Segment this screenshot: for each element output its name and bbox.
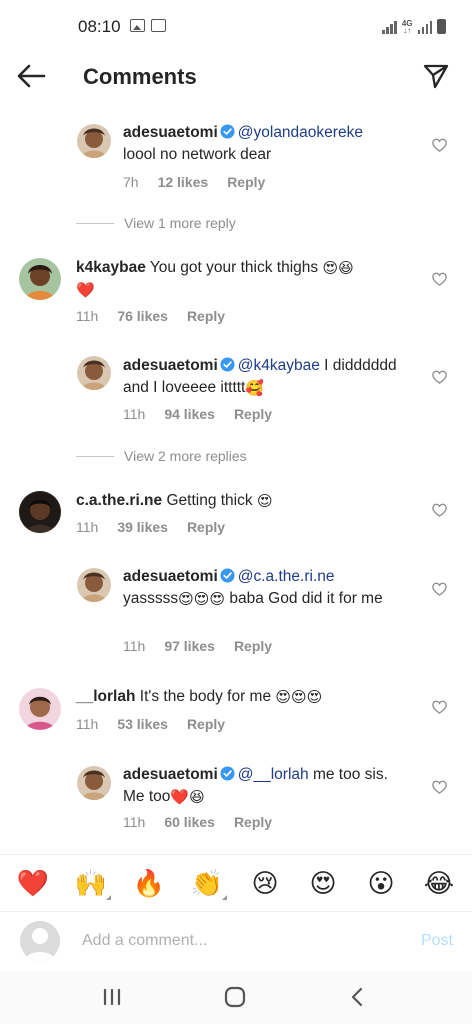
comment: k4kaybae You got your thick thighs 😍😆 ❤️…: [0, 254, 472, 334]
comment: __lorlah It's the body for me 😍😍😍 11h 53…: [0, 684, 472, 744]
chevron-left-icon: [351, 987, 363, 1007]
reply-button[interactable]: Reply: [187, 308, 225, 324]
system-nav-bar: [0, 971, 472, 1024]
comment-time: 11h: [123, 814, 146, 830]
comment-likes[interactable]: 97 likes: [164, 638, 215, 654]
comment-username[interactable]: __lorlah: [76, 688, 135, 705]
heart-emoji-button[interactable]: ❤️: [13, 870, 53, 896]
comment-reply: adesuaetomi @yolandaokereke loool no netw…: [0, 118, 472, 198]
direct-message-icon: [423, 64, 449, 89]
user-avatar: [20, 921, 60, 961]
avatar[interactable]: [77, 356, 111, 390]
verified-badge-icon: [220, 357, 235, 372]
verified-badge-icon: [220, 568, 235, 583]
home-icon: [224, 986, 246, 1008]
view-more-replies[interactable]: View 1 more reply: [76, 215, 236, 231]
comment-likes[interactable]: 39 likes: [117, 519, 168, 535]
like-heart-icon[interactable]: [432, 700, 447, 714]
comment-reply: adesuaetomi @__lorlah me too sis. Me too❤…: [0, 764, 472, 844]
comment-likes[interactable]: 12 likes: [158, 174, 209, 190]
comment-mention[interactable]: @k4kaybae: [238, 357, 320, 374]
header: Comments: [0, 50, 472, 102]
comment-mention[interactable]: @__lorlah: [238, 766, 309, 783]
like-heart-icon[interactable]: [432, 582, 447, 596]
comment-text: It's the body for me: [139, 688, 276, 705]
reply-button[interactable]: Reply: [234, 638, 272, 654]
home-button[interactable]: [224, 986, 246, 1013]
like-heart-icon[interactable]: [432, 780, 447, 794]
back-button[interactable]: [16, 62, 48, 90]
like-heart-icon[interactable]: [432, 370, 447, 384]
network-type: 4G ↓↑: [401, 19, 413, 35]
comment-text: Getting thick: [166, 492, 257, 509]
comment-username[interactable]: adesuaetomi: [123, 766, 218, 783]
fire-emoji-button[interactable]: 🔥: [129, 870, 169, 896]
comment-mention[interactable]: @c.a.the.ri.ne: [238, 568, 335, 585]
avatar[interactable]: [19, 491, 61, 533]
avatar[interactable]: [77, 568, 111, 602]
laughing-emoji-button[interactable]: 😂: [419, 870, 459, 896]
comment-likes[interactable]: 94 likes: [164, 406, 215, 422]
avatar[interactable]: [19, 688, 61, 730]
reply-button[interactable]: Reply: [187, 519, 225, 535]
comment-username[interactable]: adesuaetomi: [123, 568, 218, 585]
crying-emoji-button[interactable]: 😢: [245, 870, 285, 896]
raising-hands-emoji-button[interactable]: 🙌: [71, 870, 111, 900]
verified-badge-icon: [220, 124, 235, 139]
avatar[interactable]: [77, 766, 111, 800]
comment-time: 7h: [123, 174, 139, 190]
surprised-emoji-button[interactable]: 😮: [361, 870, 401, 896]
comment-input[interactable]: [82, 932, 362, 950]
comment-username[interactable]: adesuaetomi: [123, 357, 218, 374]
like-heart-icon[interactable]: [432, 503, 447, 517]
comment-text: You got your thick thighs: [149, 259, 323, 276]
emoji-quick-bar: ❤️ 🙌 🔥 👏 😢 😍 😮 😂: [0, 854, 472, 911]
reply-button[interactable]: Reply: [227, 174, 265, 190]
back-arrow-icon: [17, 64, 46, 88]
battery-icon: [437, 19, 446, 34]
comment-mention[interactable]: @yolandaokereke: [238, 124, 363, 141]
comment-username[interactable]: c.a.the.ri.ne: [76, 492, 162, 509]
recent-apps-icon: [103, 988, 121, 1006]
add-comment-bar: Post: [0, 911, 472, 971]
gallery-notification-icon: [130, 19, 145, 32]
reply-button[interactable]: Reply: [187, 716, 225, 732]
comment-time: 11h: [123, 406, 146, 422]
signal-icon-2: [417, 20, 432, 34]
recent-apps-button[interactable]: [101, 986, 123, 1013]
comment-time: 11h: [123, 638, 146, 654]
comment-time: 11h: [76, 308, 99, 324]
notification-icon: [151, 19, 166, 32]
comment-likes[interactable]: 60 likes: [164, 814, 215, 830]
comment-time: 11h: [76, 716, 99, 732]
like-heart-icon[interactable]: [432, 138, 447, 152]
verified-badge-icon: [220, 766, 235, 781]
heart-eyes-emoji-button[interactable]: 😍: [303, 870, 343, 896]
avatar[interactable]: [19, 258, 61, 300]
comment-likes[interactable]: 76 likes: [117, 308, 168, 324]
page-title: Comments: [83, 64, 197, 89]
share-button[interactable]: [422, 62, 450, 90]
comment-username[interactable]: adesuaetomi: [123, 124, 218, 141]
reply-button[interactable]: Reply: [234, 814, 272, 830]
signal-icon: [382, 20, 397, 34]
clapping-emoji-button[interactable]: 👏: [187, 870, 227, 900]
avatar[interactable]: [77, 124, 111, 158]
status-bar: 08:10 4G ↓↑: [0, 0, 472, 50]
comment-time: 11h: [76, 519, 99, 535]
comment-username[interactable]: k4kaybae: [76, 259, 146, 276]
like-heart-icon[interactable]: [432, 272, 447, 286]
comment-likes[interactable]: 53 likes: [117, 716, 168, 732]
nav-back-button[interactable]: [347, 986, 369, 1013]
post-button[interactable]: Post: [421, 932, 453, 950]
comment-text: baba God did it for me: [225, 590, 383, 607]
view-more-replies[interactable]: View 2 more replies: [76, 448, 247, 464]
reply-button[interactable]: Reply: [234, 406, 272, 422]
status-time: 08:10: [78, 17, 121, 36]
comment-text-prefix: yasssss: [123, 590, 179, 607]
comment-reply: adesuaetomi @k4kaybae I didddddd and I lo…: [0, 352, 472, 432]
comment-text: loool no network dear: [123, 146, 272, 163]
comment: c.a.the.ri.ne Getting thick 😍 11h 39 lik…: [0, 487, 472, 547]
comment-reply: adesuaetomi @c.a.the.ri.ne yasssss😍😍😍 bab…: [0, 566, 472, 666]
